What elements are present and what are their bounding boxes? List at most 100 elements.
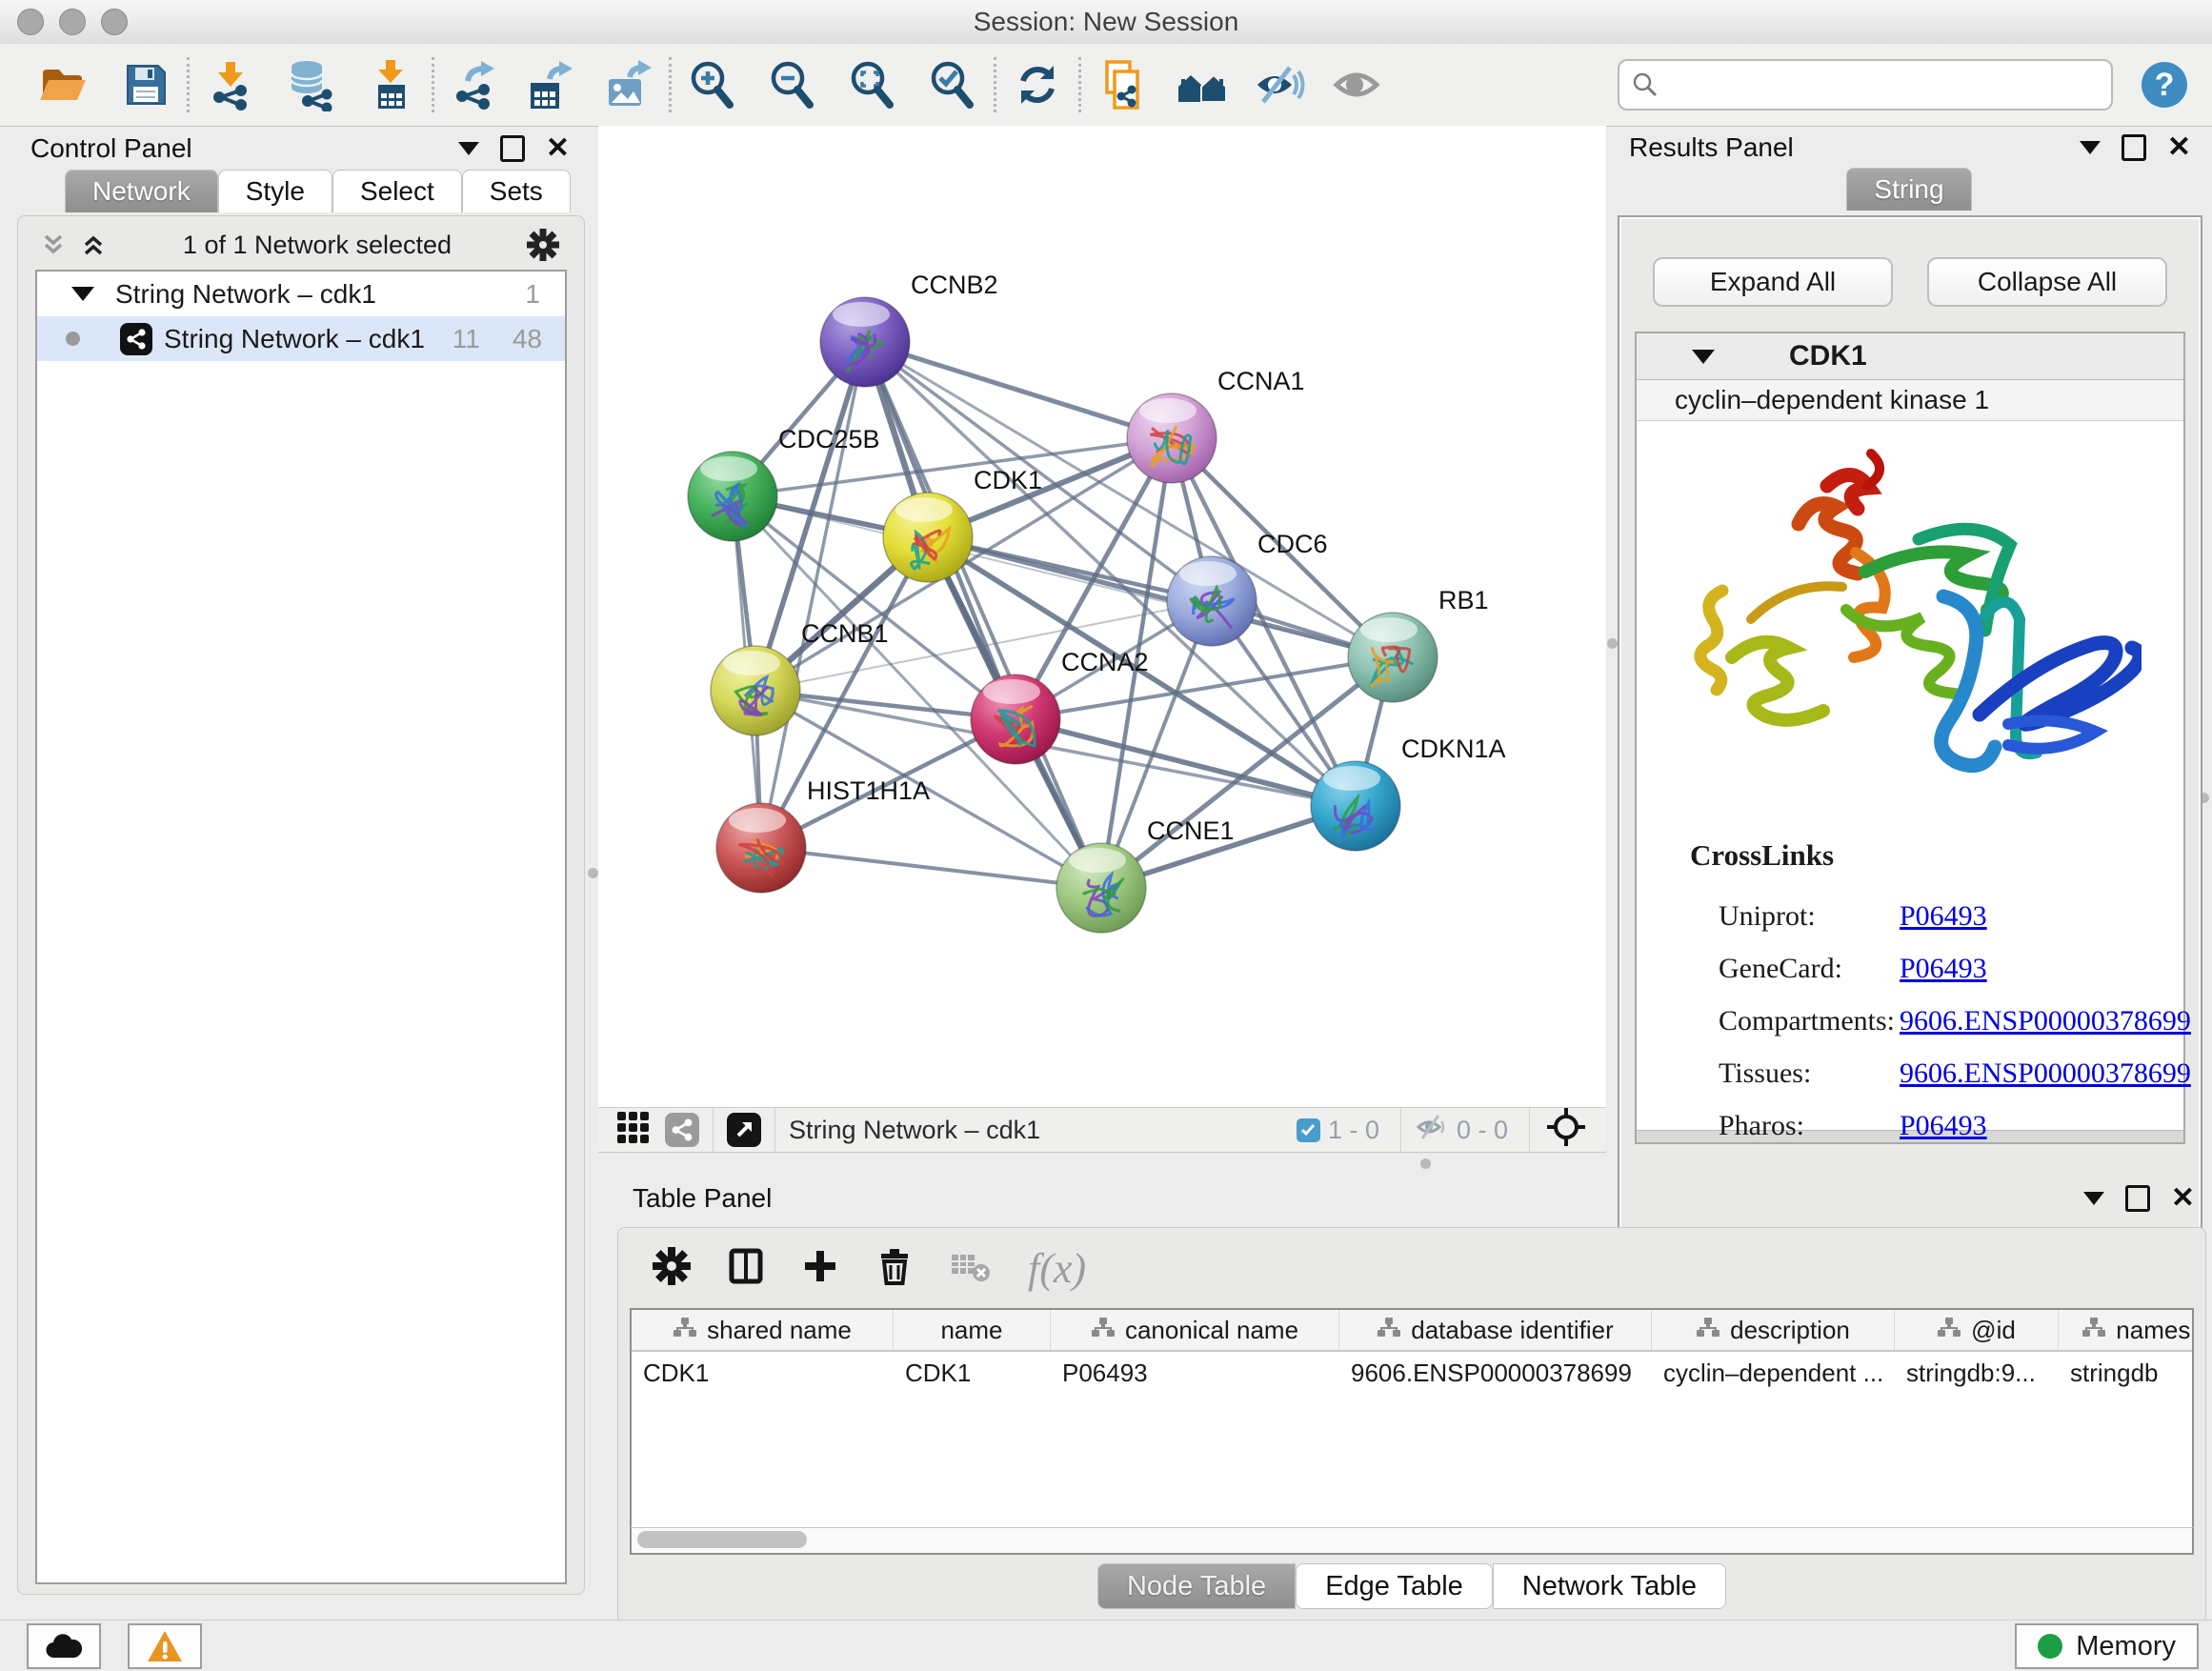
- float-panel-icon[interactable]: [500, 135, 525, 162]
- gene-header[interactable]: CDK1: [1637, 333, 2183, 380]
- table-cell[interactable]: stringdb:9...: [1895, 1352, 2059, 1394]
- bottom-splitter-handle[interactable]: [1420, 1158, 1431, 1169]
- collapse-all-icon[interactable]: [39, 231, 68, 259]
- network-collection-row[interactable]: String Network – cdk1 1: [37, 272, 565, 316]
- tab-string[interactable]: String: [1846, 168, 1971, 211]
- network-options-gear-icon[interactable]: [527, 229, 559, 261]
- export-network-icon[interactable]: [448, 57, 503, 112]
- panel-menu-icon[interactable]: [2083, 1192, 2104, 1205]
- warning-button[interactable]: [128, 1623, 202, 1669]
- cloud-icon: [43, 1631, 85, 1661]
- export-table-icon[interactable]: [522, 57, 577, 112]
- delete-column-icon[interactable]: [875, 1247, 914, 1290]
- float-panel-icon[interactable]: [2122, 134, 2146, 161]
- table-cell[interactable]: cyclin–dependent ...: [1652, 1352, 1895, 1394]
- network-node-cdk1[interactable]: CDK1: [883, 466, 1042, 582]
- crosslink-link[interactable]: P06493: [1900, 900, 1987, 933]
- birdseye-view-icon[interactable]: [727, 1113, 761, 1147]
- table-hscrollbar[interactable]: [630, 1527, 2194, 1555]
- share-view-icon[interactable]: [665, 1113, 699, 1147]
- network-row[interactable]: String Network – cdk1 11 48: [37, 316, 565, 361]
- tab-edge-table[interactable]: Edge Table: [1296, 1563, 1493, 1609]
- tab-style[interactable]: Style: [218, 170, 332, 212]
- left-splitter-handle[interactable]: [588, 868, 598, 878]
- table-row[interactable]: CDK1CDK1P064939606.ENSP00000378699cyclin…: [632, 1352, 2192, 1394]
- table-cell[interactable]: CDK1: [894, 1352, 1051, 1394]
- import-table-icon[interactable]: [363, 57, 418, 112]
- zoom-selected-icon[interactable]: [925, 57, 980, 112]
- panel-menu-icon[interactable]: [458, 142, 479, 155]
- node-label-ccnb1: CCNB1: [801, 619, 889, 648]
- table-cell[interactable]: CDK1: [632, 1352, 894, 1394]
- duplicate-network-icon[interactable]: [1095, 57, 1150, 112]
- close-panel-icon[interactable]: ✕: [2167, 138, 2191, 157]
- tab-sets[interactable]: Sets: [462, 170, 571, 212]
- grid-view-icon[interactable]: [615, 1110, 650, 1151]
- column-header-name[interactable]: name: [894, 1310, 1051, 1350]
- memory-button[interactable]: Memory: [2015, 1623, 2199, 1669]
- hidden-eye-icon[interactable]: [1415, 1113, 1449, 1148]
- crosslink-link[interactable]: P06493: [1900, 1110, 1987, 1142]
- network-node-hist1h1a[interactable]: HIST1H1A: [716, 776, 930, 893]
- zoom-in-icon[interactable]: [685, 57, 740, 112]
- table-cell[interactable]: P06493: [1051, 1352, 1339, 1394]
- selected-checkbox-icon[interactable]: [1297, 1118, 1320, 1142]
- tab-network[interactable]: Network: [65, 170, 218, 212]
- network-edge[interactable]: [865, 342, 1101, 888]
- selected-count: 1 - 0: [1328, 1116, 1379, 1145]
- refresh-icon[interactable]: [1010, 57, 1065, 112]
- table-settings-icon[interactable]: [653, 1247, 691, 1290]
- column-header-canonical-name[interactable]: canonical name: [1051, 1310, 1339, 1350]
- export-image-icon[interactable]: [600, 57, 655, 112]
- expand-all-icon[interactable]: [79, 231, 108, 259]
- node-table[interactable]: shared namenamecanonical name database id…: [630, 1308, 2194, 1529]
- expand-all-button[interactable]: Expand All: [1653, 257, 1893, 307]
- cloud-button[interactable]: [27, 1623, 101, 1669]
- network-node-ccna1[interactable]: CCNA1: [1127, 367, 1305, 483]
- network-node-rb1[interactable]: RB1: [1348, 586, 1489, 702]
- table-cell[interactable]: stringdb: [2059, 1352, 2194, 1394]
- network-edge[interactable]: [865, 342, 1172, 438]
- open-session-icon[interactable]: [34, 57, 90, 112]
- column-header--id[interactable]: @id: [1895, 1310, 2059, 1350]
- crosslink-link[interactable]: 9606.ENSP00000378699: [1900, 1005, 2191, 1037]
- home-icon[interactable]: [1175, 57, 1230, 112]
- search-input[interactable]: [1669, 70, 2100, 101]
- crosslink-link[interactable]: P06493: [1900, 953, 1987, 985]
- crosshair-icon[interactable]: [1545, 1106, 1587, 1155]
- network-node-cdkn1a[interactable]: CDKN1A: [1311, 735, 1506, 851]
- show-columns-icon[interactable]: [727, 1247, 765, 1290]
- column-header-label: database identifier: [1411, 1316, 1613, 1345]
- column-header-namespace[interactable]: namespace: [2059, 1310, 2194, 1350]
- collapse-all-button[interactable]: Collapse All: [1927, 257, 2167, 307]
- network-view[interactable]: CCNB2CCNA1CDC25BCDK1CDC6RB1CCNB1CCNA2CDK…: [598, 126, 1606, 1107]
- collapse-triangle-icon[interactable]: [1692, 350, 1715, 364]
- collapse-triangle-icon[interactable]: [71, 287, 94, 301]
- tab-select[interactable]: Select: [332, 170, 462, 212]
- table-cell[interactable]: 9606.ENSP00000378699: [1339, 1352, 1652, 1394]
- import-database-icon[interactable]: [283, 57, 338, 112]
- add-column-icon[interactable]: [801, 1247, 839, 1290]
- column-header-shared-name[interactable]: shared name: [632, 1310, 894, 1350]
- import-network-icon[interactable]: [203, 57, 258, 112]
- column-header-description[interactable]: description: [1652, 1310, 1895, 1350]
- close-panel-icon[interactable]: ✕: [546, 139, 570, 158]
- tab-node-table[interactable]: Node Table: [1097, 1563, 1296, 1609]
- hide-selected-icon[interactable]: [1251, 57, 1306, 112]
- network-node-ccnb1[interactable]: CCNB1: [711, 619, 889, 735]
- crosslink-link[interactable]: 9606.ENSP00000378699: [1900, 1057, 2191, 1090]
- help-icon[interactable]: ?: [2142, 62, 2187, 108]
- float-panel-icon[interactable]: [2125, 1185, 2150, 1212]
- save-session-icon[interactable]: [118, 57, 173, 112]
- column-header-database-identifier[interactable]: database identifier: [1339, 1310, 1652, 1350]
- search-box[interactable]: [1618, 59, 2113, 111]
- close-panel-icon[interactable]: ✕: [2171, 1189, 2195, 1208]
- scrollbar-thumb[interactable]: [637, 1531, 807, 1548]
- zoom-out-icon[interactable]: [765, 57, 820, 112]
- panel-menu-icon[interactable]: [2080, 141, 2101, 154]
- zoom-fit-icon[interactable]: [845, 57, 900, 112]
- tab-network-table[interactable]: Network Table: [1493, 1563, 1726, 1609]
- network-edge[interactable]: [761, 848, 1101, 888]
- network-edge[interactable]: [761, 342, 865, 848]
- network-canvas-svg[interactable]: CCNB2CCNA1CDC25BCDK1CDC6RB1CCNB1CCNA2CDK…: [598, 126, 1606, 1107]
